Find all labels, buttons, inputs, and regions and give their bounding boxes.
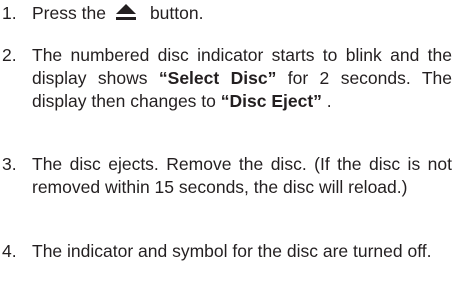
step-number: 4. <box>2 241 17 261</box>
eject-icon-graphic <box>115 4 136 20</box>
step-text-part: . <box>321 91 332 111</box>
step-text: Press the button. <box>32 2 452 25</box>
step-text: The numbered disc indicator starts to bl… <box>32 44 452 113</box>
step-3: 3. The disc ejects. Remove the disc. (If… <box>2 153 452 199</box>
step-2: 2. The numbered disc indicator starts to… <box>2 44 452 113</box>
step-text: The disc ejects. Remove the disc. (If th… <box>32 154 452 197</box>
display-message-select-disc: “Select Disc” <box>158 68 277 88</box>
step-number: 2. <box>2 45 17 65</box>
instruction-page: 1. Press the button. 2. The numbered disc… <box>0 0 460 296</box>
display-message-disc-eject: “Disc Eject” <box>220 91 322 111</box>
step-text-after-icon: button. <box>149 3 204 23</box>
eject-icon <box>115 4 136 20</box>
step-number: 3. <box>2 154 17 174</box>
step-1: 1. Press the button. <box>2 2 452 25</box>
step-number: 1. <box>2 3 17 23</box>
step-text: The indicator and symbol for the disc ar… <box>32 241 432 261</box>
step-4: 4. The indicator and symbol for the disc… <box>2 240 452 263</box>
step-text-before-icon: Press the <box>32 3 106 23</box>
